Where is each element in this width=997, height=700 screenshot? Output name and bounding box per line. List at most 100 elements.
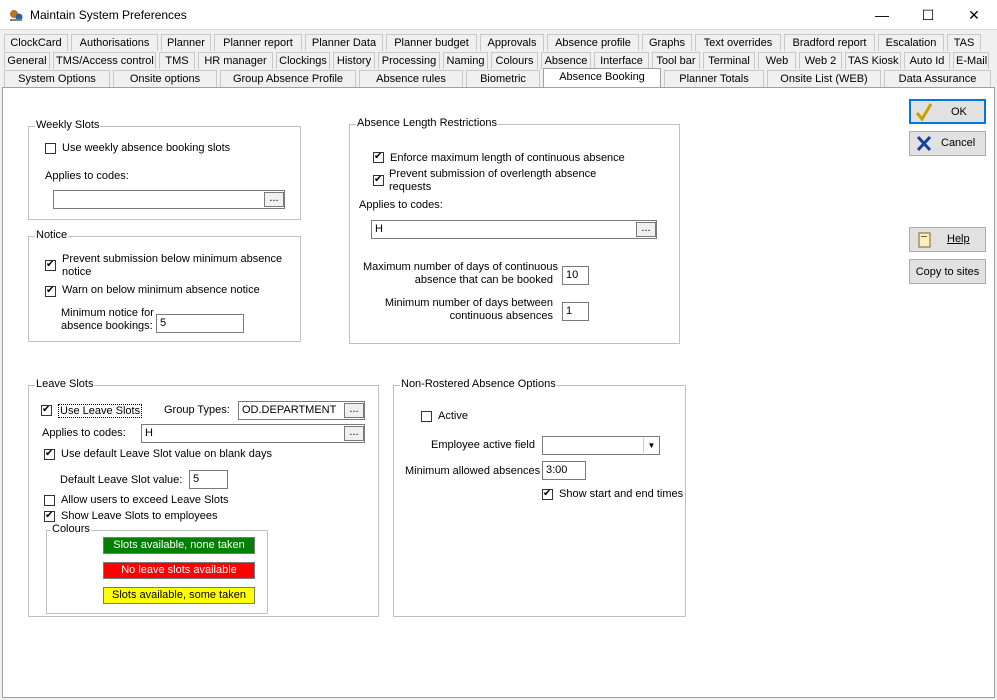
absence-length-legend: Absence Length Restrictions xyxy=(356,117,499,129)
tab-absence-profile[interactable]: Absence profile xyxy=(547,34,639,51)
prevent-below-min-notice-label-2: notice xyxy=(62,266,92,278)
copy-to-sites-button[interactable]: Copy to sites xyxy=(909,259,986,284)
tab-general[interactable]: General xyxy=(4,52,50,69)
tab-planner-data[interactable]: Planner Data xyxy=(305,34,383,51)
tab-onsite-list-web[interactable]: Onsite List (WEB) xyxy=(767,70,881,87)
notice-group: Notice Prevent submission below minimum … xyxy=(28,229,301,342)
employee-active-field-label: Employee active field xyxy=(431,439,535,451)
weekly-applies-browse-button[interactable]: ... xyxy=(264,192,284,207)
tab-absence-booking[interactable]: Absence Booking xyxy=(543,68,661,87)
tab-planner[interactable]: Planner xyxy=(161,34,211,51)
tab-authorisations[interactable]: Authorisations xyxy=(71,34,158,51)
employee-active-field-select[interactable]: ▼ xyxy=(542,436,660,455)
tab-text-overrides[interactable]: Text overrides xyxy=(695,34,781,51)
tab-graphs[interactable]: Graphs xyxy=(642,34,692,51)
tab-web-2[interactable]: Web 2 xyxy=(799,52,842,69)
weekly-slots-group: Weekly Slots Use weekly absence booking … xyxy=(28,119,301,220)
tab-biometric[interactable]: Biometric xyxy=(466,70,540,87)
tab-clockcard[interactable]: ClockCard xyxy=(4,34,68,51)
colour-no-slots-swatch[interactable]: No leave slots available xyxy=(103,562,255,579)
minimize-button[interactable]: — xyxy=(859,0,905,30)
use-default-slot-checkbox[interactable] xyxy=(44,447,55,460)
tab-naming[interactable]: Naming xyxy=(443,52,488,69)
show-slots-employees-checkbox[interactable] xyxy=(44,509,55,522)
leave-applies-label: Applies to codes: xyxy=(42,427,126,439)
prevent-overlength-label-1: Prevent submission of overlength absence xyxy=(389,168,597,180)
prevent-below-min-notice-checkbox[interactable] xyxy=(45,258,56,271)
length-applies-browse-button[interactable]: ... xyxy=(636,222,656,237)
min-notice-label-2: absence bookings: xyxy=(61,320,153,332)
tab-data-assurance[interactable]: Data Assurance xyxy=(884,70,991,87)
min-allowed-absences-input[interactable]: 3:00 xyxy=(542,461,586,480)
leave-applies-browse-button[interactable]: ... xyxy=(344,426,364,441)
tab-terminal[interactable]: Terminal xyxy=(703,52,755,69)
close-button[interactable]: ✕ xyxy=(951,0,997,30)
tab-planner-report[interactable]: Planner report xyxy=(214,34,302,51)
maximize-button[interactable]: ☐ xyxy=(905,0,951,30)
use-leave-slots-label: Use Leave Slots xyxy=(58,404,143,418)
tab-planner-budget[interactable]: Planner budget xyxy=(386,34,477,51)
allow-exceed-slots-label: Allow users to exceed Leave Slots xyxy=(61,494,229,506)
non-rostered-active-checkbox[interactable] xyxy=(421,411,432,422)
allow-exceed-slots-checkbox[interactable] xyxy=(44,495,55,506)
leave-slots-legend: Leave Slots xyxy=(35,378,95,390)
x-icon xyxy=(916,135,932,152)
tab-tas[interactable]: TAS xyxy=(947,34,981,51)
default-slot-value-input[interactable]: 5 xyxy=(189,470,228,489)
min-days-between-input[interactable]: 1 xyxy=(562,302,589,321)
show-start-end-times-label: Show start and end times xyxy=(559,488,684,500)
group-types-browse-button[interactable]: ... xyxy=(344,403,364,418)
tab-tool-bar[interactable]: Tool bar xyxy=(652,52,700,69)
help-button[interactable]: Help xyxy=(909,227,986,252)
tab-tms-access-control[interactable]: TMS/Access control xyxy=(53,52,156,69)
leave-applies-input[interactable]: H xyxy=(141,424,365,443)
colour-some-taken-swatch[interactable]: Slots available, some taken xyxy=(103,587,255,604)
ok-button[interactable]: OK xyxy=(909,99,986,124)
absence-length-group: Absence Length Restrictions Enforce maxi… xyxy=(349,117,680,344)
tab-tas-kiosk[interactable]: TAS Kiosk xyxy=(845,52,901,69)
prevent-below-min-notice-label-1: Prevent submission below minimum absence xyxy=(62,253,283,265)
tab-colours[interactable]: Colours xyxy=(491,52,538,69)
app-icon xyxy=(10,10,23,21)
colours-legend: Colours xyxy=(51,523,91,535)
length-applies-input[interactable]: H xyxy=(371,220,657,239)
non-rostered-active-label: Active xyxy=(438,410,468,422)
enforce-max-length-label: Enforce maximum length of continuous abs… xyxy=(390,152,625,164)
tab-web[interactable]: Web xyxy=(758,52,796,69)
tab-planner-totals[interactable]: Planner Totals xyxy=(664,70,764,87)
tab-onsite-options[interactable]: Onsite options xyxy=(113,70,217,87)
tab-interface[interactable]: Interface xyxy=(594,52,649,69)
show-start-end-times-checkbox[interactable] xyxy=(542,487,553,500)
tab-hr-manager[interactable]: HR manager xyxy=(198,52,273,69)
tab-system-options[interactable]: System Options xyxy=(4,70,110,87)
tab-auto-id[interactable]: Auto Id xyxy=(904,52,950,69)
length-applies-label: Applies to codes: xyxy=(359,199,443,211)
help-book-icon xyxy=(918,232,931,248)
tab-bradford-report[interactable]: Bradford report xyxy=(784,34,875,51)
warn-below-min-notice-checkbox[interactable] xyxy=(45,284,56,297)
tab-tms[interactable]: TMS xyxy=(159,52,195,69)
tab-group-absence-profile[interactable]: Group Absence Profile xyxy=(220,70,356,87)
prevent-overlength-checkbox[interactable] xyxy=(373,173,384,186)
tab-clockings[interactable]: Clockings xyxy=(276,52,330,69)
max-days-input[interactable]: 10 xyxy=(562,266,589,285)
window-title: Maintain System Preferences xyxy=(30,8,187,22)
enforce-max-length-checkbox[interactable] xyxy=(373,150,384,163)
weekly-applies-input[interactable] xyxy=(53,190,285,209)
min-allowed-absences-label: Minimum allowed absences xyxy=(405,465,541,477)
group-types-label: Group Types: xyxy=(164,404,230,416)
tab-processing[interactable]: Processing xyxy=(378,52,440,69)
cancel-button[interactable]: Cancel xyxy=(909,131,986,156)
tab-history[interactable]: History xyxy=(333,52,375,69)
tab-approvals[interactable]: Approvals xyxy=(480,34,544,51)
colour-none-taken-swatch[interactable]: Slots available, none taken xyxy=(103,537,255,554)
tab-absence-rules[interactable]: Absence rules xyxy=(359,70,463,87)
weekly-applies-label: Applies to codes: xyxy=(45,170,129,182)
tab-escalation[interactable]: Escalation xyxy=(878,34,944,51)
chevron-down-icon[interactable]: ▼ xyxy=(643,438,659,453)
use-weekly-slots-checkbox[interactable] xyxy=(45,143,56,154)
tab-email[interactable]: E-Mail xyxy=(953,52,989,69)
use-leave-slots-checkbox[interactable] xyxy=(41,403,52,416)
min-notice-input[interactable]: 5 xyxy=(156,314,244,333)
tab-absence[interactable]: Absence xyxy=(541,52,591,69)
